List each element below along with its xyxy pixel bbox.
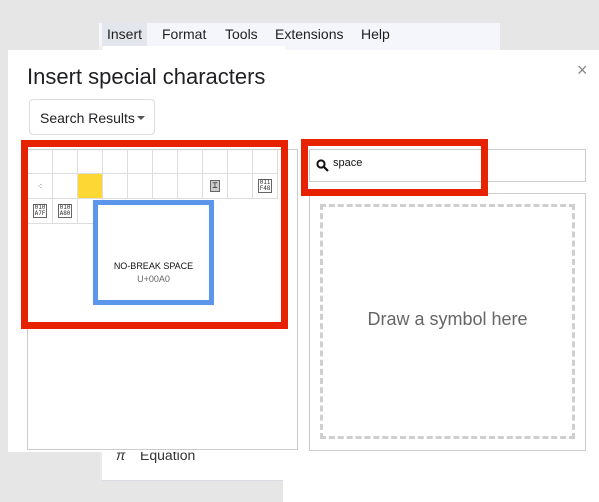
caret-down-icon — [137, 116, 145, 120]
dialog-background — [283, 452, 599, 502]
char-cell[interactable] — [203, 149, 228, 174]
character-tooltip: NO-BREAK SPACE U+00A0 — [93, 200, 214, 305]
char-cell[interactable]: 010 A7F — [28, 199, 53, 224]
menu-tools[interactable]: Tools — [220, 23, 263, 46]
hex-glyph-010A7F: 010 A7F — [32, 204, 48, 218]
char-cell[interactable] — [53, 174, 78, 199]
search-input[interactable] — [331, 156, 575, 170]
char-cell[interactable] — [103, 149, 128, 174]
char-cell[interactable] — [153, 149, 178, 174]
char-cell[interactable] — [28, 149, 53, 174]
menu-insert[interactable]: Insert — [102, 23, 148, 46]
char-cell[interactable]: ⁖ — [28, 174, 53, 199]
category-select-value: Search Results — [40, 110, 135, 126]
category-select[interactable]: Search Results — [29, 99, 155, 135]
menu-extensions[interactable]: Extensions — [270, 23, 348, 46]
char-cell[interactable] — [153, 174, 178, 199]
draw-hint: Draw a symbol here — [367, 309, 528, 329]
char-cell[interactable] — [128, 174, 153, 199]
glyph-box: ⌶ — [210, 180, 220, 192]
tooltip-char-name: NO-BREAK SPACE — [113, 261, 194, 271]
char-cell[interactable]: ⌶ — [203, 174, 228, 199]
char-cell[interactable] — [253, 149, 278, 174]
close-icon[interactable]: × — [577, 60, 588, 81]
hex-glyph-011F48: 011 F48 — [257, 179, 273, 193]
tooltip-char-code: U+00A0 — [137, 274, 170, 284]
menu-format[interactable]: Format — [157, 23, 211, 46]
menu-help[interactable]: Help — [356, 23, 395, 46]
draw-panel: Draw a symbol here — [309, 193, 586, 451]
search-box — [309, 149, 586, 182]
special-characters-dialog: Insert special characters × Search Resul… — [8, 50, 591, 452]
small-space-glyph: ⁖ — [37, 181, 43, 191]
char-cell[interactable] — [228, 174, 253, 199]
char-cell[interactable] — [53, 149, 78, 174]
dialog-background-edge — [591, 50, 599, 502]
hex-glyph-010A80: 010 A80 — [57, 204, 73, 218]
dialog-title: Insert special characters — [27, 64, 266, 89]
char-cell[interactable] — [178, 149, 203, 174]
char-cell[interactable] — [128, 149, 153, 174]
char-cell[interactable]: 011 F48 — [253, 174, 278, 199]
char-cell[interactable]: 010 A80 — [53, 199, 78, 224]
char-cell[interactable] — [228, 149, 253, 174]
char-cell[interactable] — [78, 149, 103, 174]
char-cell[interactable] — [103, 174, 128, 199]
char-cell-selected[interactable] — [78, 174, 103, 199]
char-cell[interactable] — [178, 174, 203, 199]
search-icon — [316, 159, 329, 172]
